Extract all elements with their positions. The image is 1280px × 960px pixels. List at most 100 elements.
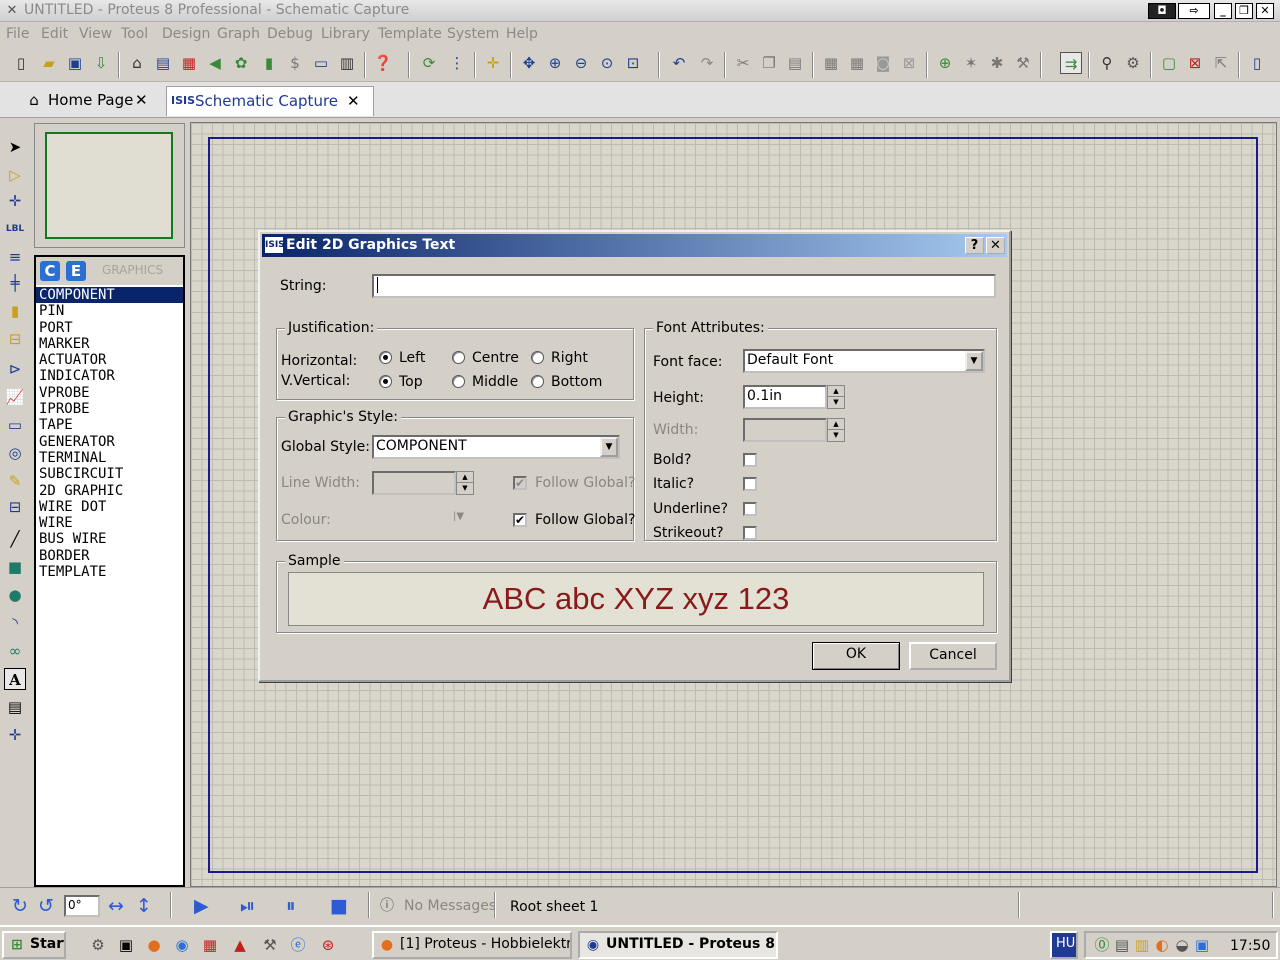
decompose-icon[interactable]: ⚒	[1012, 52, 1034, 74]
show-desktop-icon[interactable]: ▣	[116, 935, 136, 955]
bom-icon[interactable]: ▮	[258, 52, 280, 74]
list-item[interactable]: ACTUATOR	[36, 352, 183, 368]
list-item[interactable]: COMPONENT	[36, 287, 183, 304]
menu-system[interactable]: System	[447, 26, 499, 42]
new-sheet-icon[interactable]: ▢	[1158, 52, 1180, 74]
avast-icon[interactable]: ◐	[1152, 935, 1172, 955]
list-item[interactable]: WIRE	[36, 515, 183, 531]
chevron-down-icon[interactable]: ▼	[600, 437, 618, 457]
v-top-radio[interactable]	[379, 375, 392, 388]
ok-button[interactable]: OK	[812, 642, 900, 670]
list-item[interactable]: PORT	[36, 320, 183, 336]
list-item[interactable]: TERMINAL	[36, 450, 183, 466]
import-icon[interactable]: ⇩	[90, 52, 112, 74]
notes-icon[interactable]: ▥	[336, 52, 358, 74]
login-icon[interactable]: ⇨	[1178, 3, 1210, 19]
quicklaunch-icon[interactable]: ⚙	[88, 935, 108, 955]
pick-devices-button[interactable]: C	[40, 261, 60, 281]
virtual-instrument-icon[interactable]: ⊟	[4, 496, 26, 518]
font-face-select[interactable]: Default Font ▼	[743, 349, 985, 373]
text-script-icon[interactable]: ≡	[4, 246, 26, 268]
exit-to-parent-icon[interactable]: ⇱	[1210, 52, 1232, 74]
list-item[interactable]: 2D GRAPHIC	[36, 483, 183, 499]
list-item[interactable]: TAPE	[36, 417, 183, 433]
text-icon[interactable]: A	[4, 668, 26, 690]
strikeout-checkbox[interactable]	[743, 526, 757, 540]
list-item[interactable]: MARKER	[36, 336, 183, 352]
block-copy-icon[interactable]: ▦	[820, 52, 842, 74]
string-input[interactable]	[372, 274, 996, 298]
origin-icon[interactable]: ✛	[482, 52, 504, 74]
zoom-out-icon[interactable]: ⊖	[570, 52, 592, 74]
list-item[interactable]: PIN	[36, 303, 183, 319]
design-explorer-icon[interactable]: ▯	[1246, 52, 1268, 74]
line-width-spinner[interactable]: ▲ ▼	[456, 471, 474, 495]
h-right-radio[interactable]	[531, 351, 544, 364]
remove-sheet-icon[interactable]: ⊠	[1184, 52, 1206, 74]
tools-icon[interactable]: ⚒	[260, 935, 280, 955]
mirror-x-icon[interactable]: ↔	[108, 896, 124, 916]
menu-template[interactable]: Template	[378, 26, 442, 42]
media-icon[interactable]: ⊛	[318, 935, 338, 955]
paste-icon[interactable]: ▤	[784, 52, 806, 74]
italic-checkbox[interactable]	[743, 477, 757, 491]
refresh-icon[interactable]: ⟳	[418, 52, 440, 74]
stop-icon[interactable]: ■	[330, 896, 348, 916]
menu-debug[interactable]: Debug	[267, 26, 313, 42]
width-input[interactable]	[743, 418, 827, 442]
sync-icon[interactable]: ◒	[1172, 935, 1192, 955]
wire-label-icon[interactable]: LBL	[4, 218, 26, 240]
line-icon[interactable]: ╱	[4, 528, 26, 550]
tab-schematic-capture[interactable]: ISIS Schematic Capture ✕	[166, 86, 374, 116]
new-icon[interactable]: ▯	[10, 52, 32, 74]
minimize-button[interactable]: _	[1214, 3, 1232, 19]
redo-icon[interactable]: ↷	[696, 52, 718, 74]
h-centre-radio[interactable]	[452, 351, 465, 364]
list-item[interactable]: BORDER	[36, 548, 183, 564]
package-icon[interactable]: ✱	[986, 52, 1008, 74]
block-move-icon[interactable]: ▦	[846, 52, 868, 74]
box-icon[interactable]: ■	[4, 556, 26, 578]
block-rotate-icon[interactable]: ◙	[872, 52, 894, 74]
chevron-down-icon[interactable]: ▼	[965, 351, 983, 371]
bold-checkbox[interactable]	[743, 453, 757, 467]
graph-icon[interactable]: 📈	[4, 386, 26, 408]
menu-graph[interactable]: Graph	[217, 26, 260, 42]
follow-global-line-checkbox[interactable]: ✔	[513, 476, 527, 490]
list-item[interactable]: IPROBE	[36, 401, 183, 417]
menu-view[interactable]: View	[79, 26, 112, 42]
mirror-y-icon[interactable]: ↕	[136, 896, 152, 916]
grid-icon[interactable]: ⋮	[446, 52, 468, 74]
camera-icon[interactable]: ◘	[1148, 3, 1176, 19]
component-mode-icon[interactable]: ▷	[4, 164, 26, 186]
menu-edit[interactable]: Edit	[41, 26, 68, 42]
cut-icon[interactable]: ✂	[732, 52, 754, 74]
list-item[interactable]: TEMPLATE	[36, 564, 183, 580]
help-button[interactable]: ?	[965, 237, 984, 254]
home-icon[interactable]: ⌂	[126, 52, 148, 74]
close-tab-schematic-icon[interactable]: ✕	[347, 87, 360, 115]
overview-window[interactable]	[34, 123, 185, 248]
line-width-input[interactable]	[372, 471, 456, 495]
menu-file[interactable]: File	[6, 26, 29, 42]
play-icon[interactable]: ▶	[194, 896, 209, 916]
underline-checkbox[interactable]	[743, 502, 757, 516]
menu-help[interactable]: Help	[506, 26, 538, 42]
help-icon[interactable]: ❓	[372, 52, 394, 74]
rotate-clockwise-icon[interactable]: ↻	[12, 896, 28, 916]
tape-icon[interactable]: ▭	[4, 414, 26, 436]
zoom-area-icon[interactable]: ⊡	[622, 52, 644, 74]
copy-icon[interactable]: ❐	[758, 52, 780, 74]
circle-icon[interactable]: ●	[4, 584, 26, 606]
terminal-icon[interactable]: ⊟	[4, 328, 26, 350]
zoom-all-icon[interactable]: ⊙	[596, 52, 618, 74]
menu-design[interactable]: Design	[162, 26, 210, 42]
selection-mode-icon[interactable]: ➤	[4, 136, 26, 158]
ie-icon[interactable]: ⓔ	[288, 935, 308, 955]
ares-icon[interactable]: ▦	[178, 52, 200, 74]
cancel-button[interactable]: Cancel	[909, 642, 997, 670]
list-item[interactable]: WIRE DOT	[36, 499, 183, 515]
symbol-icon[interactable]: ▤	[4, 696, 26, 718]
dialog-close-button[interactable]: ✕	[986, 237, 1005, 254]
edit-button[interactable]: E	[66, 261, 86, 281]
